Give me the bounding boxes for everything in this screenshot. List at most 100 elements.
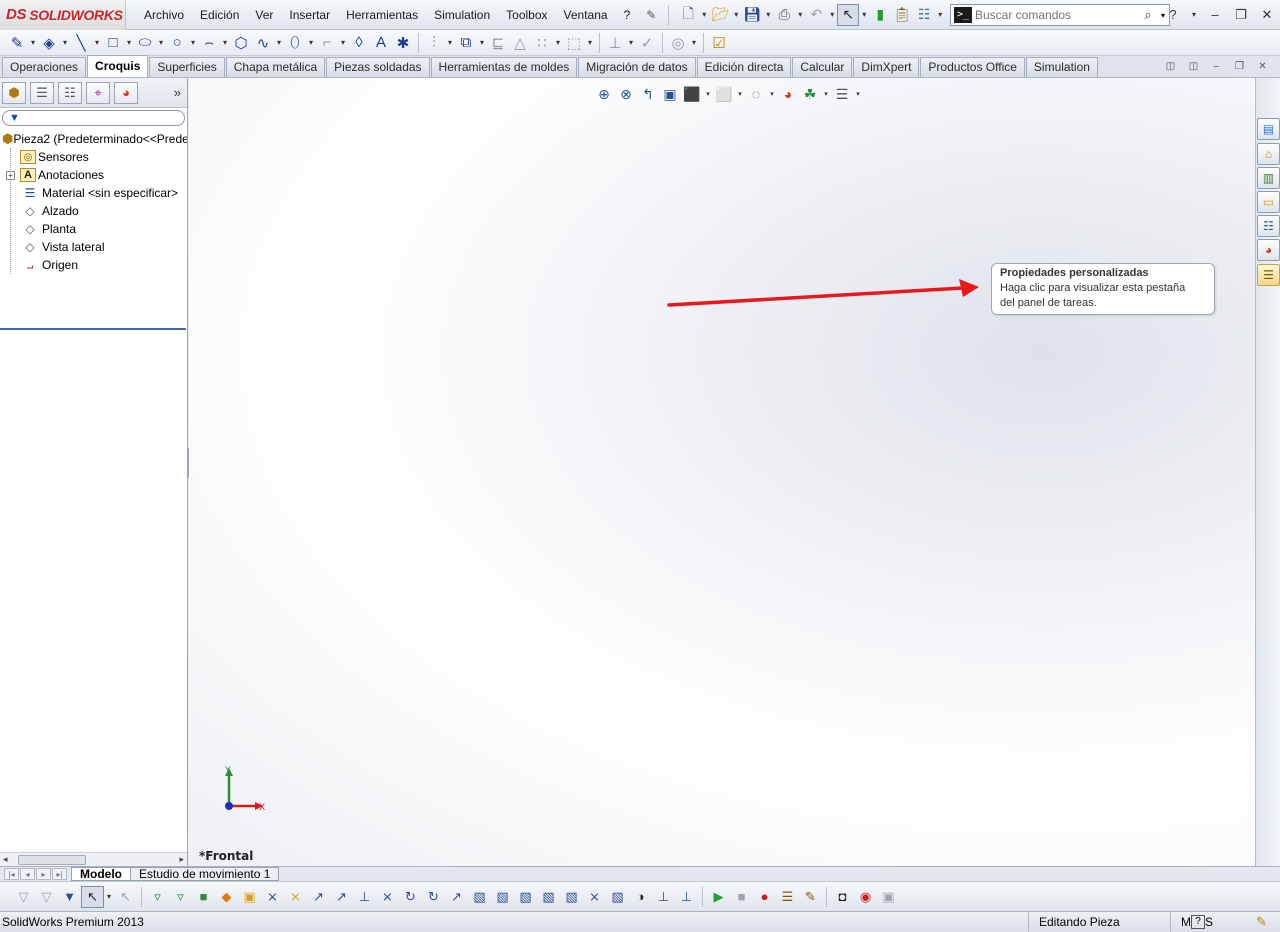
close-icon[interactable]: ✕ — [1258, 6, 1276, 24]
first-tab-icon[interactable]: |◂ — [4, 868, 19, 880]
search-commands[interactable]: >_ ⌕ ▾ — [950, 4, 1170, 26]
convert-entities-icon[interactable]: ⧉ — [455, 32, 477, 54]
fillet-icon[interactable]: ⌐ — [316, 32, 338, 54]
custom-properties-icon[interactable]: ☰ — [1257, 264, 1280, 286]
arc-icon[interactable]: ⌢ — [198, 32, 220, 54]
filter-mates-icon[interactable]: ◑ — [629, 886, 652, 908]
graphics-area[interactable]: ⊕ ⊗ ↰ ▣ ⬛ ▾ ⬜ ▾ ◌ ▾ ◕ ☘ ▾ ☰ ▾ Propiedades per… — [189, 78, 1255, 866]
chevron-down-icon[interactable]: ▾ — [795, 10, 805, 19]
menu-simulation[interactable]: Simulation — [426, 8, 498, 22]
chevron-down-icon[interactable]: ▾ — [585, 38, 595, 47]
dimxpert-manager-tab-icon[interactable]: ⌖ — [86, 81, 110, 104]
quick-snaps-icon[interactable]: ◎ — [667, 32, 689, 54]
filter-axes-icon[interactable]: ⨯ — [261, 886, 284, 908]
tab-superficies[interactable]: Superficies — [149, 57, 225, 77]
filter-planes-icon[interactable]: ⨯ — [284, 886, 307, 908]
repair-sketch-icon[interactable]: ✓ — [636, 32, 658, 54]
chevron-down-icon[interactable]: ▾ — [28, 38, 38, 47]
macro-new-icon[interactable]: ☰ — [776, 886, 799, 908]
restore-icon[interactable]: ❐ — [1232, 6, 1250, 24]
chevron-down-icon[interactable]: ▾ — [704, 90, 712, 98]
tab-migracion-de-datos[interactable]: Migración de datos — [578, 57, 696, 77]
chevron-down-icon[interactable]: ▾ — [768, 90, 776, 98]
tree-root-part[interactable]: ⬢ Pieza2 (Predeterminado<<Predeterminado… — [0, 130, 187, 148]
save-icon[interactable]: 💾︎ — [741, 4, 763, 26]
tree-item-planta[interactable]: ◇ Planta — [0, 220, 187, 238]
rapid-sketch-icon[interactable]: ☑ — [708, 32, 730, 54]
menu-insertar[interactable]: Insertar — [281, 8, 338, 22]
filter-weld-icon[interactable]: ↗ — [445, 886, 468, 908]
previous-view-icon[interactable]: ↰ — [638, 84, 658, 104]
tile-horizontal-icon[interactable]: ◫ — [1163, 60, 1178, 74]
design-library-icon[interactable]: ▥ — [1257, 167, 1280, 189]
filter-surface-finish-icon[interactable]: ▧ — [468, 886, 491, 908]
configuration-manager-tab-icon[interactable]: ☷ — [58, 81, 82, 104]
tree-filter[interactable]: ▼ — [2, 110, 185, 126]
filter-gtol-icon[interactable]: ↻ — [399, 886, 422, 908]
filter-toggle-icon[interactable]: ▼ — [58, 886, 81, 908]
filter-sketch-lines-icon[interactable]: ↗ — [307, 886, 330, 908]
filter-sketch-points-icon[interactable]: ↗ — [330, 886, 353, 908]
chevron-down-icon[interactable]: ▾ — [92, 38, 102, 47]
more-tabs-icon[interactable]: » — [174, 85, 181, 100]
select-pointer-icon[interactable]: ↖ — [81, 885, 104, 908]
expand-plus-icon[interactable]: + — [6, 170, 15, 180]
help-icon[interactable]: ? — [1164, 6, 1182, 24]
tab-operaciones[interactable]: Operaciones — [2, 57, 87, 77]
pin-menu-icon[interactable]: ✎ — [644, 8, 658, 22]
close-icon[interactable]: ✕ — [1255, 60, 1270, 74]
minimize-icon[interactable]: – — [1209, 60, 1224, 74]
line-icon[interactable]: ╲ — [70, 32, 92, 54]
home-icon[interactable]: ⌂ — [1257, 143, 1280, 165]
menu-help[interactable]: ? — [616, 8, 639, 22]
filter-vertices-icon[interactable]: ▿ — [146, 886, 169, 908]
scroll-left-icon[interactable]: ◂ — [3, 854, 8, 865]
chevron-down-icon[interactable]: ▾ — [338, 38, 348, 47]
chevron-down-icon[interactable]: ▾ — [859, 10, 869, 19]
tab-croquis[interactable]: Croquis — [87, 55, 149, 77]
tree-item-sensores[interactable]: ◎ Sensores — [0, 148, 187, 166]
move-entities-icon[interactable]: ⬚ — [563, 32, 585, 54]
filter-edges-icon[interactable]: ▿ — [169, 886, 192, 908]
chevron-down-icon[interactable]: ▾ — [1190, 6, 1198, 24]
file-explorer-icon[interactable]: ▭ — [1257, 191, 1280, 213]
tab-modelo[interactable]: Modelo — [71, 867, 131, 881]
previous-tab-icon[interactable]: ◂ — [20, 868, 35, 880]
solidworks-resources-icon[interactable]: ▤ — [1257, 118, 1280, 140]
linear-pattern-icon[interactable]: ∷ — [531, 32, 553, 54]
tab-chapa-metalica[interactable]: Chapa metálica — [225, 57, 326, 77]
polygon-icon[interactable]: ⬡ — [230, 32, 252, 54]
filter-centerlines-icon[interactable]: ▧ — [606, 886, 629, 908]
view-settings-icon[interactable]: ☰ — [832, 84, 852, 104]
chevron-down-icon[interactable]: ▾ — [731, 10, 741, 19]
feature-manager-tab-icon[interactable]: ⬢ — [2, 81, 26, 104]
tab-piezas-soldadas[interactable]: Piezas soldadas — [326, 57, 430, 77]
chevron-down-icon[interactable]: ▾ — [935, 10, 945, 19]
tree-item-alzado[interactable]: ◇ Alzado — [0, 202, 187, 220]
stop-video-icon[interactable]: ▣ — [877, 886, 900, 908]
menu-archivo[interactable]: Archivo — [136, 8, 192, 22]
spline-icon[interactable]: ∿ — [252, 32, 274, 54]
chevron-down-icon[interactable]: ▾ — [124, 38, 134, 47]
chevron-down-icon[interactable]: ▾ — [445, 38, 455, 47]
search-icon[interactable]: ⌕ — [1139, 7, 1157, 23]
chevron-down-icon[interactable]: ▾ — [477, 38, 487, 47]
mirror-icon[interactable]: △ — [509, 32, 531, 54]
play-icon[interactable]: ▶ — [707, 886, 730, 908]
chevron-down-icon[interactable]: ▾ — [156, 38, 166, 47]
search-input[interactable] — [975, 8, 1139, 22]
restore-icon[interactable]: ❐ — [1232, 60, 1247, 74]
filter-faces-icon[interactable]: ■ — [192, 886, 215, 908]
filter-solid-bodies-icon[interactable]: ▣ — [238, 886, 261, 908]
tab-herramientas-de-moldes[interactable]: Herramientas de moldes — [430, 57, 578, 77]
tab-productos-office[interactable]: Productos Office — [920, 57, 1025, 77]
filter-dimensions-icon[interactable]: ⊥ — [353, 886, 376, 908]
scrollbar-thumb[interactable] — [18, 855, 86, 865]
filter-center-marks-icon[interactable]: ⨯ — [583, 886, 606, 908]
select-pointer-icon[interactable]: ↖ — [837, 3, 860, 26]
filter-routing-points-icon[interactable]: ⊥ — [652, 886, 675, 908]
rollback-bar[interactable] — [0, 328, 186, 330]
filter-surface-bodies-icon[interactable]: ◆ — [215, 886, 238, 908]
open-folder-icon[interactable]: 📂︎ — [709, 4, 731, 26]
chevron-down-icon[interactable]: ▾ — [827, 10, 837, 19]
